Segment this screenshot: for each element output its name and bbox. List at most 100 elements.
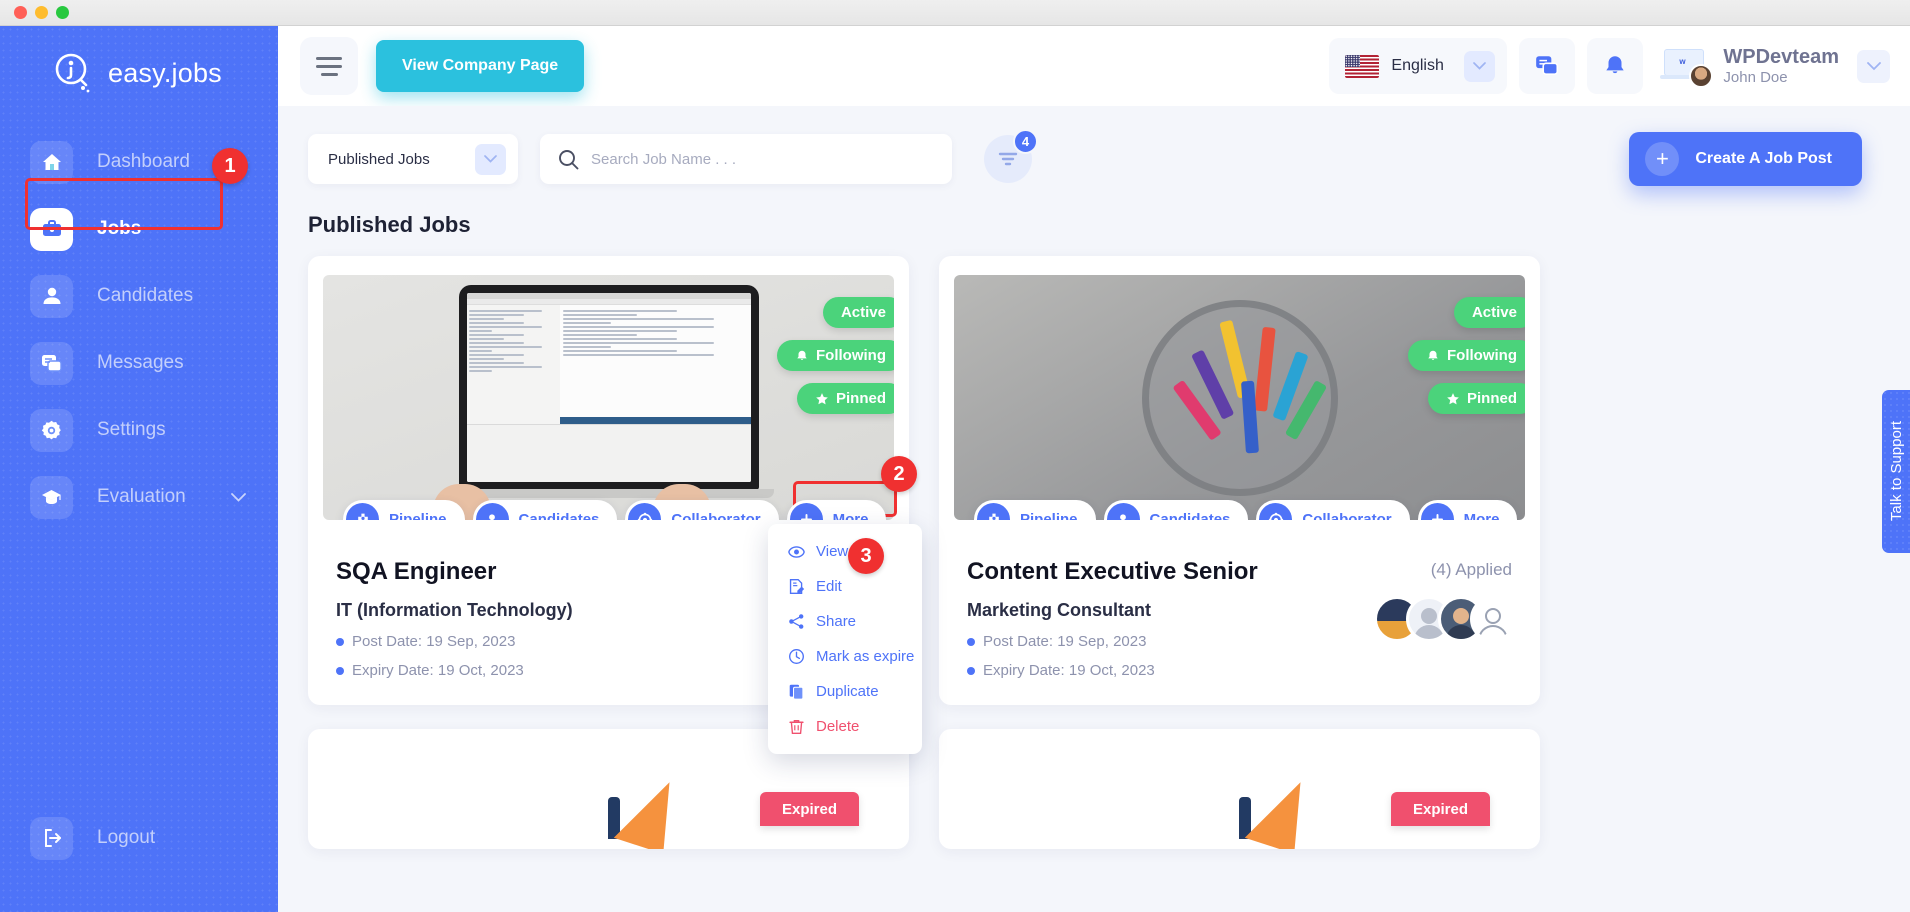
bullet-icon — [336, 666, 344, 675]
job-post-date-label: Post Date: 19 Sep, 2023 — [983, 633, 1147, 650]
dropdown-item-label: Delete — [816, 718, 860, 735]
create-job-post-label: Create A Job Post — [1695, 150, 1832, 167]
bell-icon — [1426, 349, 1440, 363]
plus-icon: + — [1645, 142, 1680, 176]
following-badge[interactable]: Following — [1408, 340, 1525, 371]
chevron-down-icon[interactable] — [475, 143, 506, 175]
trash-icon — [788, 718, 805, 735]
job-status-filter-value: Published Jobs — [328, 150, 430, 168]
bullet-icon — [336, 637, 344, 646]
pill-label: More — [832, 511, 869, 520]
job-expiry-date: Expiry Date: 19 Oct, 2023 — [967, 662, 1512, 679]
chat-icon — [30, 341, 73, 385]
sidebar-item-evaluation[interactable]: Evaluation — [0, 466, 278, 528]
dropdown-item-delete[interactable]: Delete — [768, 709, 922, 744]
status-badge[interactable]: Active — [1453, 297, 1525, 328]
job-badges: Active Following Pinned — [1408, 297, 1525, 414]
pipeline-icon — [977, 503, 1010, 520]
pill-label: Candidates — [1149, 511, 1231, 520]
job-cover-image — [1239, 769, 1359, 849]
badge-label: Active — [840, 304, 886, 321]
status-badge[interactable]: Active — [822, 297, 894, 328]
dropdown-item-view[interactable]: View — [768, 534, 922, 569]
dropdown-item-duplicate[interactable]: Duplicate — [768, 674, 922, 709]
sidebar-item-candidates[interactable]: Candidates — [0, 265, 278, 327]
chevron-down-icon[interactable] — [1857, 49, 1890, 83]
copy-icon — [788, 683, 805, 700]
window-minimize-button[interactable] — [35, 6, 48, 19]
following-badge[interactable]: Following — [777, 340, 894, 371]
dropdown-item-label: Edit — [816, 578, 842, 595]
pinned-badge[interactable]: Pinned — [796, 383, 894, 414]
star-icon — [1446, 392, 1460, 406]
us-flag-icon — [1345, 54, 1380, 78]
window-maximize-button[interactable] — [56, 6, 69, 19]
hamburger-icon[interactable] — [300, 37, 358, 95]
chevron-down-icon[interactable] — [231, 492, 246, 502]
job-status-filter-select[interactable]: Published Jobs — [308, 134, 518, 184]
share-icon — [788, 613, 805, 630]
status-badge: Expired — [1390, 792, 1490, 826]
view-company-page-button[interactable]: View Company Page — [376, 40, 585, 92]
user-icon — [30, 274, 73, 318]
collaborator-icon — [628, 503, 662, 520]
step-badge-1: 1 — [212, 148, 248, 184]
home-icon — [30, 140, 73, 184]
collaborator-action-button[interactable]: Collaborator — [625, 500, 779, 520]
search-box[interactable] — [540, 134, 952, 184]
job-action-pills: Pipeline Candidates Collaborator More — [343, 500, 887, 520]
filter-button-wrap: 4 — [984, 129, 1038, 183]
sidebar-item-jobs[interactable]: Jobs — [0, 198, 278, 260]
more-action-button[interactable]: More — [1417, 500, 1518, 520]
sidebar-item-logout[interactable]: Logout — [0, 807, 278, 869]
collaborator-action-button[interactable]: Collaborator — [1256, 500, 1410, 520]
search-input[interactable] — [591, 150, 934, 168]
job-action-pills: Pipeline Candidates Collaborator More — [974, 500, 1518, 520]
sidebar-item-label: Candidates — [97, 285, 194, 306]
brand-logo-area[interactable]: easy.jobs — [0, 26, 278, 95]
pipeline-action-button[interactable]: Pipeline — [974, 500, 1096, 520]
applicant-avatars[interactable] — [1374, 596, 1516, 642]
bell-icon — [1602, 53, 1628, 79]
badge-label: Following — [816, 347, 886, 364]
star-icon — [815, 392, 829, 406]
dropdown-item-mark-as-expire[interactable]: Mark as expire — [768, 639, 922, 674]
sidebar-nav: Dashboard Jobs Candidates Messages Setti… — [0, 131, 278, 528]
dropdown-item-edit[interactable]: Edit — [768, 569, 922, 604]
job-cover-image — [608, 769, 728, 849]
create-job-post-button[interactable]: + Create A Job Post — [1629, 132, 1862, 186]
job-cards-row: Active Following Pinned Pipeline Candida… — [278, 238, 1910, 705]
edit-icon — [788, 578, 805, 595]
talk-to-support-tab[interactable]: Talk to Support — [1882, 390, 1910, 553]
pinned-badge[interactable]: Pinned — [1427, 383, 1525, 414]
chevron-down-icon[interactable] — [1464, 50, 1496, 82]
badge-label: Active — [1471, 304, 1517, 321]
notifications-button[interactable] — [1587, 38, 1644, 94]
candidates-action-button[interactable]: Candidates — [472, 500, 618, 520]
sidebar-item-messages[interactable]: Messages — [0, 332, 278, 394]
user-profile-menu[interactable]: w WPDevteam John Doe — [1655, 45, 1890, 88]
sidebar-item-settings[interactable]: Settings — [0, 399, 278, 461]
main-content: Published Jobs 4 + — [278, 106, 1910, 912]
sidebar-item-label: Dashboard — [97, 151, 190, 172]
avatar: w — [1660, 45, 1714, 88]
pipeline-icon — [346, 503, 379, 520]
briefcase-icon — [30, 207, 73, 251]
clock-icon — [788, 648, 805, 665]
talk-to-support-label: Talk to Support — [1887, 421, 1905, 522]
messages-button[interactable] — [1519, 38, 1576, 94]
window-titlebar — [0, 0, 1910, 26]
header-right-controls: English w WPDevteam John Doe — [1329, 38, 1910, 94]
candidates-action-button[interactable]: Candidates — [1103, 500, 1249, 520]
dropdown-item-share[interactable]: Share — [768, 604, 922, 639]
job-cards-row-secondary: Expired Expired — [278, 705, 1910, 849]
job-card: Expired — [939, 729, 1540, 849]
bullet-icon — [967, 637, 975, 646]
pipeline-action-button[interactable]: Pipeline — [343, 500, 465, 520]
filter-icon — [997, 150, 1019, 168]
more-action-button[interactable]: More — [786, 500, 887, 520]
language-selector[interactable]: English — [1329, 38, 1508, 94]
window-close-button[interactable] — [14, 6, 27, 19]
page-title: Published Jobs — [308, 212, 471, 237]
filter-count-badge: 4 — [1013, 129, 1038, 154]
